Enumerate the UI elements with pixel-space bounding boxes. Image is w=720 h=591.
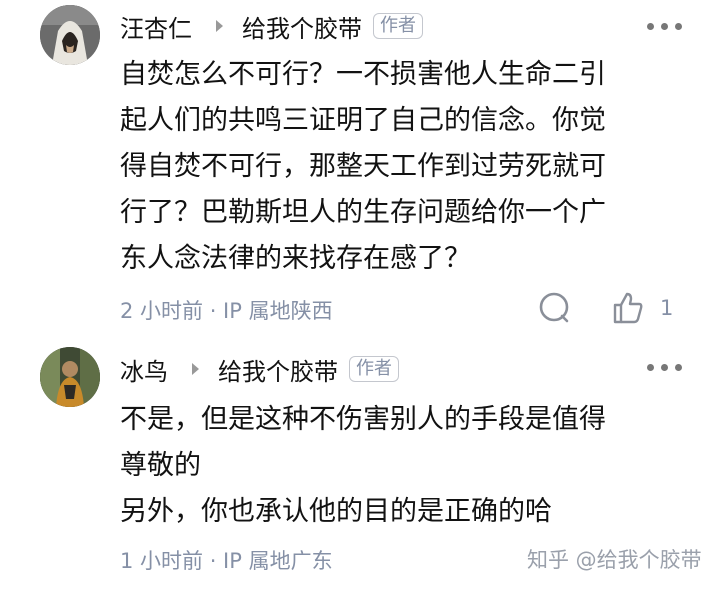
hooded-figure-avatar-icon [40,5,100,65]
comment-item: 冰鸟 给我个胶带 作者 不是，但是这种不伤害别人的手段是值得 尊敬的 另外，你也… [0,340,720,591]
comment-line: 起人们的共鸣三证明了自己的信念。你觉 [120,105,606,136]
comment-line: 得自焚不可行，那整天工作到过劳死就可 [120,151,606,182]
comment-meta: 1 小时前 · IP 属地广东 [120,549,333,573]
more-dots-icon[interactable] [647,364,682,371]
comment-item: 汪杏仁 给我个胶带 作者 自焚怎么不可行？一不损害他人生命二引 起人们的共鸣三证… [0,0,720,340]
avatar[interactable] [40,5,100,65]
like-count: 1 [660,296,674,320]
comment-actions: 1 [536,290,673,326]
person-photo-avatar-icon [40,347,100,407]
reply-arrow-icon [192,363,199,375]
comment-line: 尊敬的 [120,450,201,481]
reply-target-name[interactable]: 给我个胶带 [218,352,338,387]
comment-header: 冰鸟 给我个胶带 作者 [120,349,399,389]
avatar[interactable] [40,347,100,407]
reply-arrow-icon [216,20,223,32]
reply-target-name[interactable]: 给我个胶带 [242,9,362,44]
author-badge: 作者 [373,13,423,39]
comment-line: 自焚怎么不可行？一不损害他人生命二引 [120,59,606,90]
comment-line: 另外，你也承认他的目的是正确的哈 [120,496,552,527]
comment-line: 不是，但是这种不伤害别人的手段是值得 [120,404,606,435]
more-dots-icon[interactable] [647,23,682,30]
comment-line: 行了？巴勒斯坦人的生存问题给你一个广 [120,197,606,228]
comment-bubble-icon[interactable] [536,290,572,326]
comment-text: 不是，但是这种不伤害别人的手段是值得 尊敬的 另外，你也承认他的目的是正确的哈 [120,397,690,535]
comment-header: 汪杏仁 给我个胶带 作者 [120,6,423,46]
watermark: 知乎 @给我个胶带 [527,548,702,572]
comment-meta: 2 小时前 · IP 属地陕西 [120,299,333,323]
comment-line: 东人念法律的来找存在感了？ [120,243,471,274]
author-badge: 作者 [349,356,399,382]
author-name[interactable]: 汪杏仁 [120,9,192,44]
comment-text: 自焚怎么不可行？一不损害他人生命二引 起人们的共鸣三证明了自己的信念。你觉 得自… [120,52,690,282]
author-name[interactable]: 冰鸟 [120,352,168,387]
thumbs-up-icon[interactable] [610,290,646,326]
